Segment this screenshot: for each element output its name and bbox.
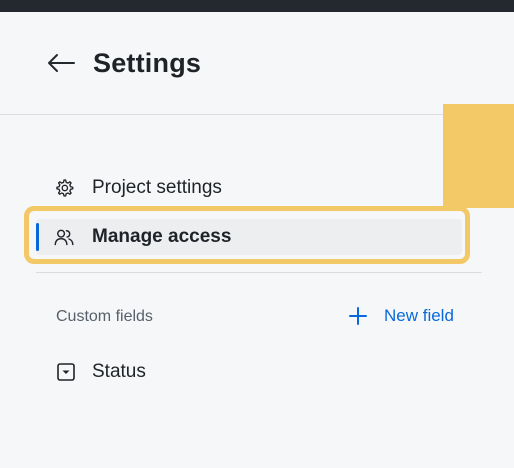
people-icon <box>54 227 74 247</box>
arrow-left-icon <box>46 53 76 78</box>
field-item-status[interactable]: Status <box>56 358 146 386</box>
nav-item-label: Project settings <box>92 177 222 198</box>
nav-item-manage-access[interactable]: Manage access <box>36 219 462 255</box>
page-title: Settings <box>93 48 202 78</box>
field-item-label: Status <box>92 361 146 382</box>
custom-fields-heading: Custom fields <box>56 308 153 325</box>
settings-content <box>0 115 514 468</box>
single-select-icon <box>56 362 76 382</box>
settings-header: Settings <box>0 12 514 115</box>
new-field-button[interactable]: New field <box>348 303 454 329</box>
new-field-label: New field <box>384 306 454 325</box>
nav-item-project-settings[interactable]: Project settings <box>36 170 462 206</box>
nav-item-label: Manage access <box>92 226 232 247</box>
highlight-marker <box>443 104 514 208</box>
gear-icon <box>54 178 74 198</box>
section-divider <box>36 272 482 273</box>
back-button[interactable] <box>44 52 78 78</box>
plus-icon <box>348 306 368 326</box>
top-bar <box>0 0 514 12</box>
